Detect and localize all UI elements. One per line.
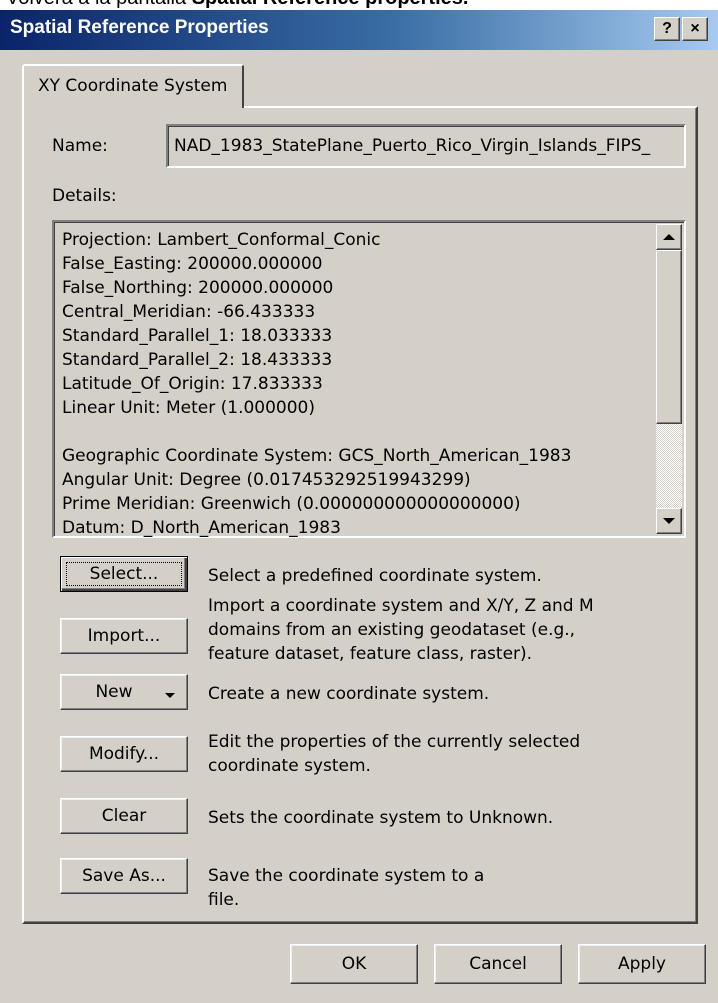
import-button-label: Import... [87,626,161,646]
save-as-description: Save the coordinate system to a file. [208,864,484,912]
description-line: Select a predefined coordinate system. [208,566,542,586]
window-title: Spatial Reference Properties [10,17,269,38]
description-line: Import a coordinate system and X/Y, Z an… [208,596,594,616]
apply-button-label: Apply [618,954,666,974]
import-description: Import a coordinate system and X/Y, Z an… [208,594,594,666]
clear-description: Sets the coordinate system to Unknown. [208,806,553,830]
details-lines: Projection: Lambert_Conformal_Conic False… [62,228,571,540]
close-icon: × [690,20,700,37]
caption-prefix: Volverá a la pantalla [6,0,192,9]
clear-button[interactable]: Clear [60,798,188,834]
details-scrollbar[interactable] [656,224,682,534]
description-line: feature dataset, feature class, raster). [208,644,533,664]
save-as-button[interactable]: Save As... [60,858,188,894]
description-line: domains from an existing geodataset (e.g… [208,620,576,640]
description-line: Edit the properties of the currently sel… [208,732,581,752]
details-line: Datum: D_North_American_1983 [62,518,341,538]
scroll-up-button[interactable] [656,224,682,250]
close-button[interactable]: × [682,17,708,41]
details-line [62,420,571,444]
help-icon: ? [662,20,672,37]
import-button[interactable]: Import... [60,618,188,654]
description-line: Save the coordinate system to a [208,866,485,886]
name-label: Name: [52,136,108,156]
select-description: Select a predefined coordinate system. [208,564,542,588]
modify-button-label: Modify... [88,744,160,764]
description-line: Create a new coordinate system. [208,684,490,704]
tab-xy-coordinate-system[interactable]: XY Coordinate System [22,64,244,108]
details-line: Standard_Parallel_1: 18.033333 [62,326,333,346]
details-line: False_Easting: 200000.000000 [62,254,323,274]
details-line: Standard_Parallel_2: 18.433333 [62,350,333,370]
details-textbox[interactable]: Projection: Lambert_Conformal_Conic False… [52,220,686,538]
select-button[interactable]: Select... [60,556,188,592]
caption-strip: Volverá a la pantalla Spatial Reference … [0,0,718,10]
arrow-up-icon [663,234,675,240]
title-bar[interactable]: Spatial Reference Properties ? × [0,10,718,50]
scroll-down-button[interactable] [656,508,682,534]
tab-label: XY Coordinate System [38,76,228,96]
modify-description: Edit the properties of the currently sel… [208,730,580,778]
select-button-label: Select... [89,564,159,584]
details-label: Details: [52,186,117,206]
dropdown-arrow-icon [165,693,175,698]
help-button[interactable]: ? [654,17,680,41]
name-field[interactable]: NAD_1983_StatePlane_Puerto_Rico_Virgin_I… [166,124,686,168]
caption-bold: Spatial Reference properties. [192,0,469,9]
details-line: Angular Unit: Degree (0.0174532925199432… [62,470,471,490]
save-as-button-label: Save As... [82,866,166,886]
ok-button-label: OK [341,954,367,974]
caption-text: Volverá a la pantalla Spatial Reference … [6,0,468,10]
details-line: Central_Meridian: -66.433333 [62,302,316,322]
details-line: Latitude_Of_Origin: 17.833333 [62,374,323,394]
details-line: Prime Meridian: Greenwich (0.00000000000… [62,494,521,514]
description-line: Sets the coordinate system to Unknown. [208,808,554,828]
description-line: file. [208,890,240,910]
apply-button[interactable]: Apply [578,944,706,984]
new-button-label: New [95,682,133,702]
name-value: NAD_1983_StatePlane_Puerto_Rico_Virgin_I… [174,136,651,156]
details-line: False_Northing: 200000.000000 [62,278,334,298]
details-line: Geographic Coordinate System: GCS_North_… [62,446,572,466]
spatial-reference-dialog: Spatial Reference Properties ? × XY Coor… [0,10,718,1003]
cancel-button[interactable]: Cancel [434,944,562,984]
ok-button[interactable]: OK [290,944,418,984]
details-line: Linear Unit: Meter (1.000000) [62,398,315,418]
cancel-button-label: Cancel [469,954,527,974]
modify-button[interactable]: Modify... [60,736,188,772]
details-line: Projection: Lambert_Conformal_Conic [62,230,381,250]
description-line: coordinate system. [208,756,371,776]
clear-button-label: Clear [101,806,147,826]
arrow-down-icon [663,518,675,524]
new-description: Create a new coordinate system. [208,682,489,706]
scroll-thumb[interactable] [656,250,682,424]
new-button[interactable]: New [60,674,188,710]
